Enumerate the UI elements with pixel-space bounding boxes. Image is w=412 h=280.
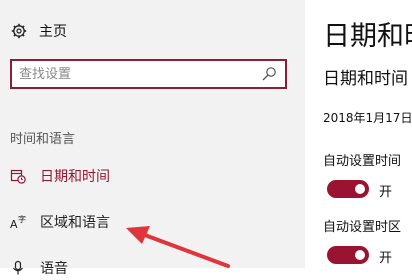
search-icon[interactable] xyxy=(261,66,277,82)
language-icon: A 字 xyxy=(10,214,26,230)
auto-zone-label: 自动设置时区 xyxy=(323,220,402,235)
sidebar-item-label: 区域和语言 xyxy=(40,215,110,231)
section-subtitle: 日期和时间 xyxy=(323,69,408,89)
red-arrow-annotation xyxy=(126,226,230,268)
toggle-knob xyxy=(355,184,365,194)
sidebar-item-speech[interactable]: 语音 xyxy=(10,256,68,280)
sidebar-item-label: 日期和时间 xyxy=(40,169,110,185)
section-heading: 时间和语言 xyxy=(10,132,76,147)
home-label: 主页 xyxy=(39,24,67,40)
page-title: 日期和时 xyxy=(323,21,412,52)
sidebar: 主页 时间和语言 日期和时间 A 字 区域和语言 语音 xyxy=(0,0,305,277)
microphone-icon xyxy=(13,260,23,275)
home-link[interactable]: 主页 xyxy=(11,20,67,42)
auto-time-toggle[interactable] xyxy=(327,180,369,198)
sidebar-item-label: 语音 xyxy=(40,261,68,277)
gear-icon xyxy=(11,23,27,39)
auto-time-state: 开 xyxy=(379,185,393,200)
sidebar-item-region-language[interactable]: A 字 区域和语言 xyxy=(10,210,110,234)
svg-text:字: 字 xyxy=(18,214,26,224)
sidebar-item-date-time[interactable]: 日期和时间 xyxy=(10,164,110,188)
auto-zone-toggle[interactable] xyxy=(327,246,369,264)
calendar-clock-icon xyxy=(10,169,26,184)
current-date: 2018年1月17日 xyxy=(323,111,412,125)
search-box[interactable] xyxy=(10,59,287,89)
toggle-knob xyxy=(355,250,365,260)
svg-text:A: A xyxy=(10,218,18,230)
main-panel: 日期和时 日期和时间 2018年1月17日 自动设置时间 开 自动设置时区 开 xyxy=(305,0,412,268)
auto-time-label: 自动设置时间 xyxy=(323,154,402,169)
search-input[interactable] xyxy=(19,64,249,84)
auto-zone-state: 开 xyxy=(379,251,393,266)
